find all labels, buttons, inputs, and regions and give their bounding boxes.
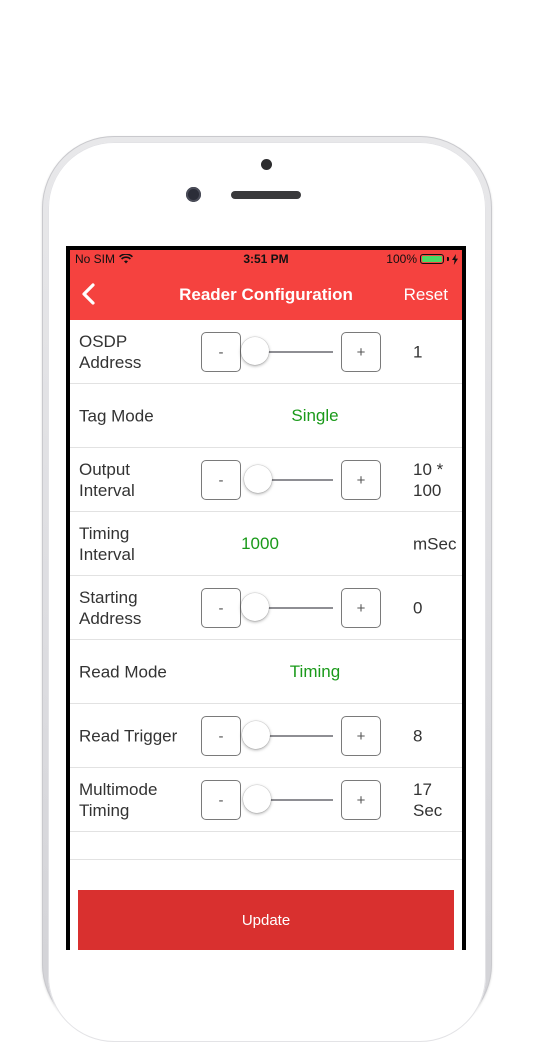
row-selection[interactable]: Timing [190, 662, 440, 682]
value-slider[interactable] [241, 337, 333, 367]
timing-input[interactable]: 1000 [210, 534, 310, 554]
row-selection[interactable]: Single [190, 406, 440, 426]
row-value: 17 Sec [413, 780, 443, 820]
slider-thumb[interactable] [241, 593, 269, 621]
value-slider[interactable] [242, 721, 333, 751]
increment-button[interactable]: + [341, 332, 381, 372]
slider-thumb[interactable] [243, 465, 272, 493]
reset-button[interactable]: Reset [404, 285, 448, 305]
row-label: Timing Interval [79, 524, 135, 564]
sensor-icon [261, 159, 272, 170]
value-slider[interactable] [243, 465, 333, 495]
increment-button[interactable]: + [341, 588, 381, 628]
status-bar: No SIM 3:51 PM 100% [70, 250, 462, 268]
navigation-bar: Reader Configuration Reset [70, 268, 462, 320]
decrement-button[interactable]: - [201, 716, 241, 756]
row-value: 8 [413, 726, 423, 746]
decrement-button[interactable]: - [201, 588, 241, 628]
row-label: OSDP Address [79, 332, 142, 372]
row-label: Tag Mode [79, 406, 154, 426]
decrement-button[interactable]: - [201, 332, 241, 372]
config-row: Timing Interval 1000 mSec [70, 512, 462, 576]
config-row: Tag Mode Single [70, 384, 462, 448]
list-end-divider [70, 859, 462, 860]
increment-button[interactable]: + [341, 780, 381, 820]
row-value: 1 [413, 342, 423, 362]
config-row: Read Mode Timing [70, 640, 462, 704]
row-label: Starting Address [79, 588, 142, 628]
battery-cap [447, 257, 449, 261]
decrement-button[interactable]: - [201, 460, 241, 500]
config-row: Read Trigger - +8 [70, 704, 462, 768]
row-label: Read Trigger [79, 726, 178, 746]
config-row: Output Interval - +10 * 100 [70, 448, 462, 512]
battery-icon [420, 254, 444, 264]
slider-thumb[interactable] [241, 337, 269, 365]
battery-percent: 100% [386, 252, 417, 266]
update-button[interactable]: Update [78, 890, 454, 950]
charging-bolt-icon [452, 253, 458, 265]
phone-screen: No SIM 3:51 PM 100% Reader Configuration… [66, 246, 466, 950]
row-label: Output Interval [79, 460, 135, 500]
value-slider[interactable] [243, 785, 333, 815]
row-value: 0 [413, 598, 423, 618]
row-divider [70, 831, 462, 832]
app-screen: No SIM 3:51 PM 100% Reader Configuration… [70, 250, 462, 950]
row-label: Multimode Timing [79, 780, 158, 820]
slider-thumb[interactable] [242, 721, 271, 749]
front-camera-icon [186, 187, 201, 202]
decrement-button[interactable]: - [201, 780, 241, 820]
row-label: Read Mode [79, 662, 167, 682]
value-slider[interactable] [241, 593, 333, 623]
increment-button[interactable]: + [341, 716, 381, 756]
increment-button[interactable]: + [341, 460, 381, 500]
config-row: Multimode Timing - +17 Sec [70, 768, 462, 832]
slider-thumb[interactable] [243, 785, 272, 813]
earpiece-speaker [231, 191, 301, 199]
config-row: OSDP Address - +1 [70, 320, 462, 384]
unit-label: mSec [413, 534, 457, 554]
row-value: 10 * 100 [413, 460, 444, 500]
config-row: Starting Address - +0 [70, 576, 462, 640]
